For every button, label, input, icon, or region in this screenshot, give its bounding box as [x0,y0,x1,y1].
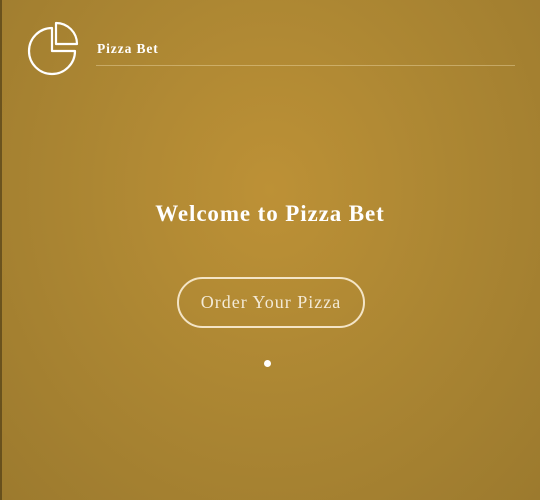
hero-title: Welcome to Pizza Bet [155,201,385,226]
order-pizza-button[interactable]: Order Your Pizza [177,277,365,328]
carousel-indicator-dot[interactable] [264,360,271,367]
pizza-slice-chart-icon[interactable] [26,20,80,80]
site-header: Pizza Bet [0,0,540,90]
header-divider [96,65,515,66]
brand-name[interactable]: Pizza Bet [97,41,159,57]
